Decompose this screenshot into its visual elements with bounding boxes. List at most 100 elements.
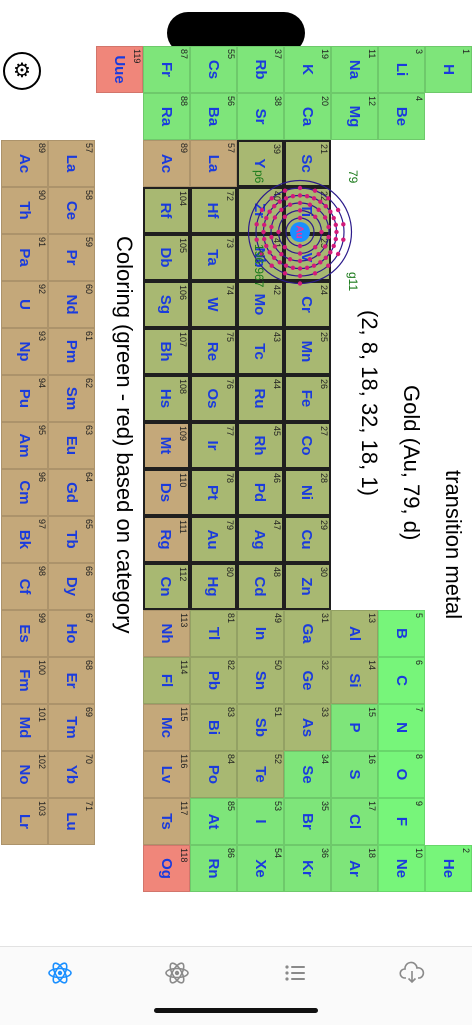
element-cell-gd[interactable]: 64 Gd bbox=[48, 469, 95, 516]
element-cell-ac[interactable]: 89 Ac bbox=[143, 140, 190, 187]
element-cell-er[interactable]: 68 Er bbox=[48, 657, 95, 704]
tab-list[interactable] bbox=[275, 953, 315, 993]
element-cell-cs[interactable]: 55 Cs bbox=[190, 46, 237, 93]
element-cell-ne[interactable]: 10 Ne bbox=[378, 845, 425, 892]
tab-atom[interactable] bbox=[157, 953, 197, 993]
element-cell-lu[interactable]: 71 Lu bbox=[48, 798, 95, 845]
element-cell-bh[interactable]: 107 Bh bbox=[143, 328, 190, 375]
element-cell-ag[interactable]: 47 Ag bbox=[237, 516, 284, 563]
element-cell-ga[interactable]: 31 Ga bbox=[284, 610, 331, 657]
element-cell-mn[interactable]: 25 Mn bbox=[284, 328, 331, 375]
element-cell-no[interactable]: 102 No bbox=[1, 751, 48, 798]
element-cell-lv[interactable]: 116 Lv bbox=[143, 751, 190, 798]
element-cell-ta[interactable]: 73 Ta bbox=[190, 234, 237, 281]
element-cell-o[interactable]: 8O bbox=[378, 751, 425, 798]
element-cell-br[interactable]: 35 Br bbox=[284, 798, 331, 845]
element-cell-pr[interactable]: 59 Pr bbox=[48, 234, 95, 281]
element-cell-rg[interactable]: 111 Rg bbox=[143, 516, 190, 563]
element-cell-pa[interactable]: 91 Pa bbox=[1, 234, 48, 281]
element-cell-tm[interactable]: 69 Tm bbox=[48, 704, 95, 751]
tab-download[interactable] bbox=[392, 953, 432, 993]
element-cell-mg[interactable]: 12 Mg bbox=[331, 93, 378, 140]
element-cell-pd[interactable]: 46 Pd bbox=[237, 469, 284, 516]
element-cell-eu[interactable]: 63 Eu bbox=[48, 422, 95, 469]
element-cell-ca[interactable]: 20 Ca bbox=[284, 93, 331, 140]
element-cell-kr[interactable]: 36 Kr bbox=[284, 845, 331, 892]
element-cell-be[interactable]: 4 Be bbox=[378, 93, 425, 140]
element-cell-tc[interactable]: 43 Tc bbox=[237, 328, 284, 375]
element-cell-sg[interactable]: 106 Sg bbox=[143, 281, 190, 328]
element-cell-mo[interactable]: 42 Mo bbox=[237, 281, 284, 328]
element-cell-p[interactable]: 15 P bbox=[331, 704, 378, 751]
element-cell-n[interactable]: 7N bbox=[378, 704, 425, 751]
element-cell-se[interactable]: 34 Se bbox=[284, 751, 331, 798]
element-cell-ds[interactable]: 110 Ds bbox=[143, 469, 190, 516]
element-cell-he[interactable]: 2 He bbox=[425, 845, 472, 892]
element-cell-la[interactable]: 57 La bbox=[190, 140, 237, 187]
element-cell-h[interactable]: 1H bbox=[425, 46, 472, 93]
element-cell-zn[interactable]: 30 Zn bbox=[284, 563, 331, 610]
element-cell-k[interactable]: 19 K bbox=[284, 46, 331, 93]
element-cell-ir[interactable]: 77 Ir bbox=[190, 422, 237, 469]
element-cell-fe[interactable]: 26 Fe bbox=[284, 375, 331, 422]
element-cell-ar[interactable]: 18 Ar bbox=[331, 845, 378, 892]
element-cell-rb[interactable]: 37 Rb bbox=[237, 46, 284, 93]
element-cell-bk[interactable]: 97 Bk bbox=[1, 516, 48, 563]
settings-button[interactable]: ⚙ bbox=[3, 52, 41, 90]
element-cell-re[interactable]: 75 Re bbox=[190, 328, 237, 375]
element-cell-bi[interactable]: 83 Bi bbox=[190, 704, 237, 751]
element-cell-co[interactable]: 27 Co bbox=[284, 422, 331, 469]
element-cell-fm[interactable]: 100 Fm bbox=[1, 657, 48, 704]
element-cell-te[interactable]: 52 Te bbox=[237, 751, 284, 798]
element-cell-nd[interactable]: 60 Nd bbox=[48, 281, 95, 328]
element-cell-pt[interactable]: 78 Pt bbox=[190, 469, 237, 516]
element-cell-w[interactable]: 74 W bbox=[190, 281, 237, 328]
element-cell-tb[interactable]: 65 Tb bbox=[48, 516, 95, 563]
element-cell-cf[interactable]: 98 Cf bbox=[1, 563, 48, 610]
element-cell-mc[interactable]: 115 Mc bbox=[143, 704, 190, 751]
element-cell-ts[interactable]: 117 Ts bbox=[143, 798, 190, 845]
element-cell-uue[interactable]: 119 Uue bbox=[96, 46, 143, 93]
element-cell-md[interactable]: 101 Md bbox=[1, 704, 48, 751]
element-cell-lr[interactable]: 103 Lr bbox=[1, 798, 48, 845]
element-cell-sr[interactable]: 38 Sr bbox=[237, 93, 284, 140]
element-cell-b[interactable]: 5B bbox=[378, 610, 425, 657]
element-cell-fl[interactable]: 114 Fl bbox=[143, 657, 190, 704]
element-cell-sm[interactable]: 62 Sm bbox=[48, 375, 95, 422]
element-cell-pb[interactable]: 82 Pb bbox=[190, 657, 237, 704]
element-cell-os[interactable]: 76 Os bbox=[190, 375, 237, 422]
element-cell-cd[interactable]: 48 Cd bbox=[237, 563, 284, 610]
element-cell-rn[interactable]: 86 Rn bbox=[190, 845, 237, 892]
element-cell-pm[interactable]: 61 Pm bbox=[48, 328, 95, 375]
element-cell-cm[interactable]: 96 Cm bbox=[1, 469, 48, 516]
element-cell-la[interactable]: 57 La bbox=[48, 140, 95, 187]
element-cell-np[interactable]: 93 Np bbox=[1, 328, 48, 375]
element-cell-th[interactable]: 90 Th bbox=[1, 187, 48, 234]
element-cell-ac[interactable]: 89 Ac bbox=[1, 140, 48, 187]
element-cell-dy[interactable]: 66 Dy bbox=[48, 563, 95, 610]
element-cell-f[interactable]: 9F bbox=[378, 798, 425, 845]
element-cell-sn[interactable]: 50 Sn bbox=[237, 657, 284, 704]
element-cell-og[interactable]: 118 Og bbox=[143, 845, 190, 892]
element-cell-hs[interactable]: 108 Hs bbox=[143, 375, 190, 422]
element-cell-si[interactable]: 14 Si bbox=[331, 657, 378, 704]
element-cell-s[interactable]: 16 S bbox=[331, 751, 378, 798]
element-cell-yb[interactable]: 70 Yb bbox=[48, 751, 95, 798]
element-cell-ce[interactable]: 58 Ce bbox=[48, 187, 95, 234]
element-cell-cn[interactable]: 112 Cn bbox=[143, 563, 190, 610]
element-cell-ru[interactable]: 44 Ru bbox=[237, 375, 284, 422]
element-cell-cl[interactable]: 17 Cl bbox=[331, 798, 378, 845]
element-cell-ge[interactable]: 32 Ge bbox=[284, 657, 331, 704]
element-cell-i[interactable]: 53 I bbox=[237, 798, 284, 845]
element-cell-db[interactable]: 105 Db bbox=[143, 234, 190, 281]
element-cell-at[interactable]: 85 At bbox=[190, 798, 237, 845]
element-cell-u[interactable]: 92 U bbox=[1, 281, 48, 328]
element-cell-rh[interactable]: 45 Rh bbox=[237, 422, 284, 469]
element-cell-ni[interactable]: 28 Ni bbox=[284, 469, 331, 516]
element-cell-cu[interactable]: 29 Cu bbox=[284, 516, 331, 563]
element-cell-as[interactable]: 33 As bbox=[284, 704, 331, 751]
element-cell-po[interactable]: 84 Po bbox=[190, 751, 237, 798]
element-cell-au[interactable]: 79 Au bbox=[190, 516, 237, 563]
element-cell-sb[interactable]: 51 Sb bbox=[237, 704, 284, 751]
element-cell-cr[interactable]: 24 Cr bbox=[284, 281, 331, 328]
